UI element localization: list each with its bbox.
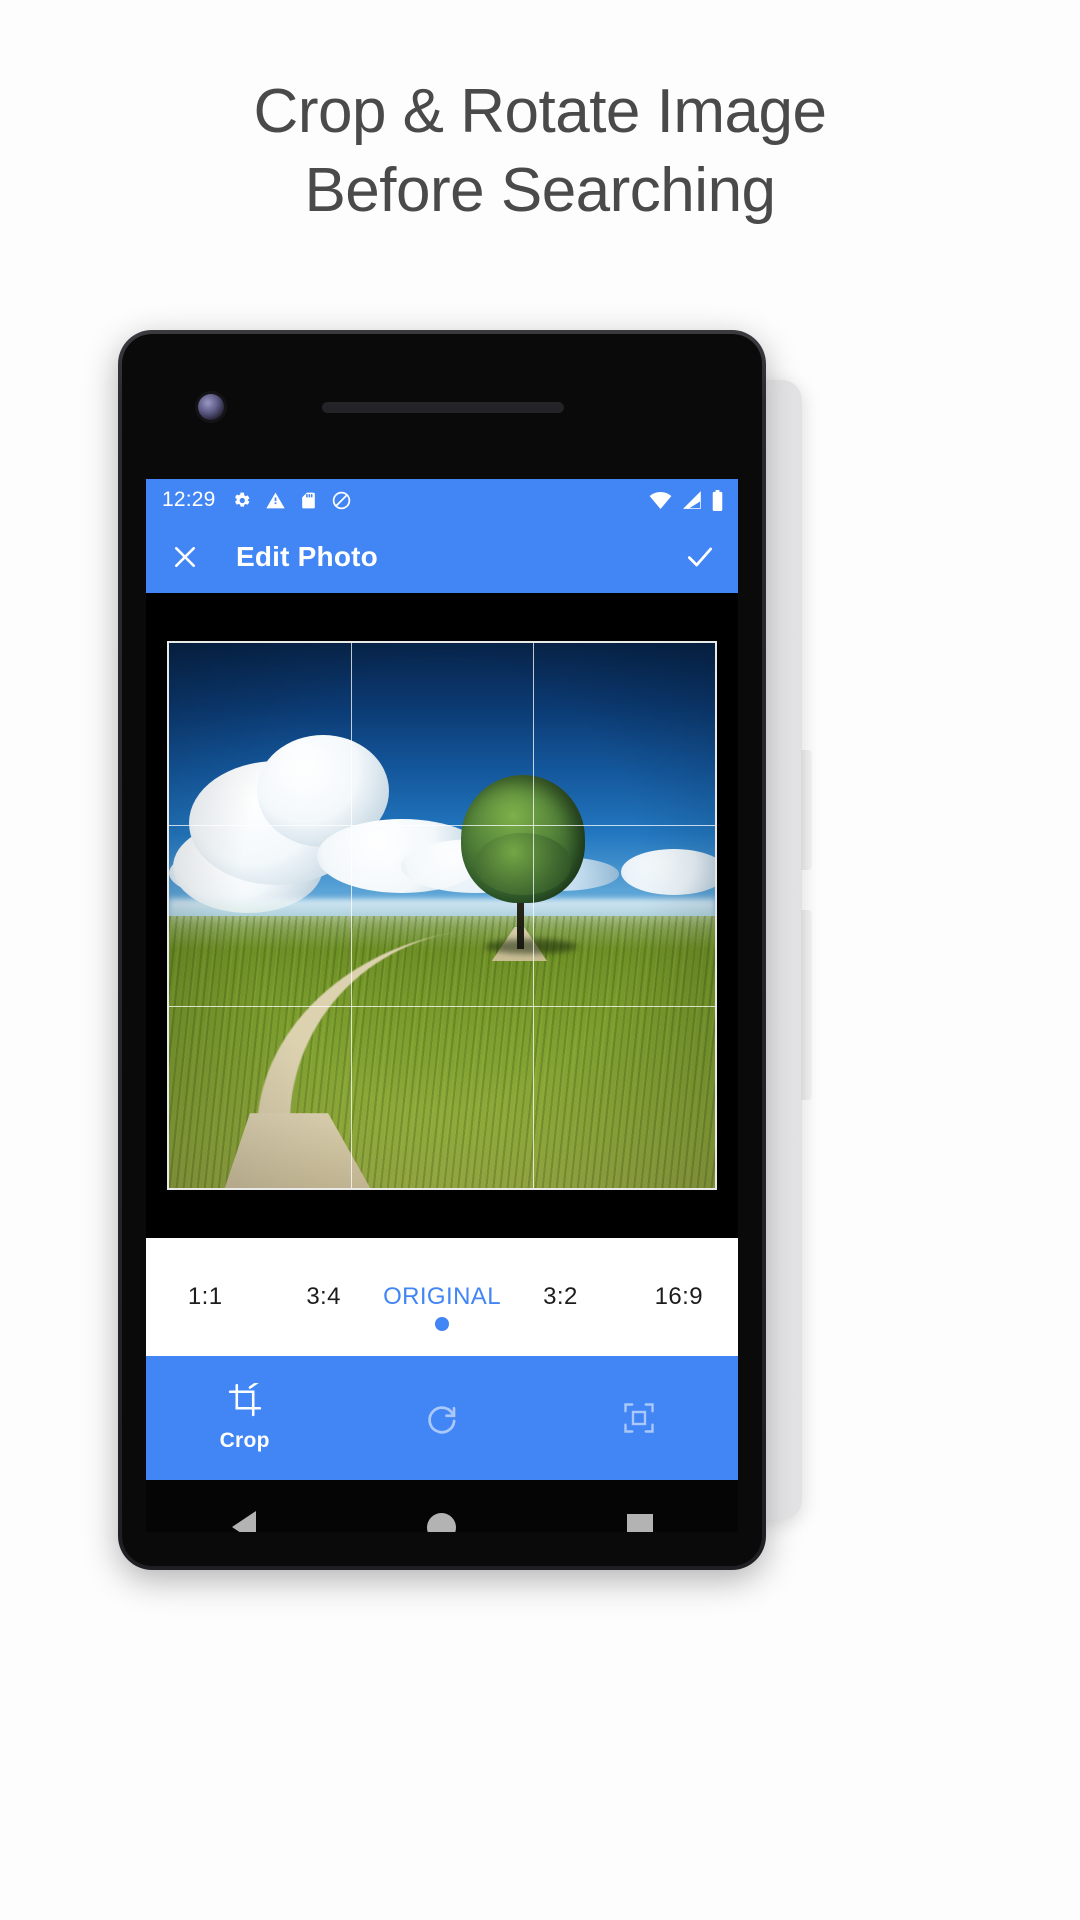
- scale-fit-icon: [624, 1403, 655, 1433]
- aspect-ratio-label: 16:9: [654, 1283, 703, 1310]
- gear-icon: [234, 492, 250, 507]
- rotate-tool-button[interactable]: [343, 1400, 540, 1436]
- home-icon[interactable]: [426, 1512, 456, 1532]
- power-button[interactable]: [801, 750, 812, 870]
- aspect-ratio-strip[interactable]: 1:1 3:4 ORIGINAL 3:2 16:9: [146, 1238, 738, 1356]
- headline-line-1: Crop & Rotate Image: [253, 77, 827, 146]
- volume-button[interactable]: [801, 910, 812, 1100]
- aspect-ratio-label: ORIGINAL: [383, 1283, 501, 1310]
- status-bar-right-icons: [649, 489, 724, 511]
- rotate-right-icon: [428, 1406, 456, 1434]
- battery-icon: [712, 489, 723, 511]
- recents-icon[interactable]: [626, 1514, 653, 1532]
- aspect-ratio-option-16-9[interactable]: 16:9: [620, 1283, 738, 1311]
- headline-line-2: Before Searching: [304, 156, 776, 226]
- aspect-ratio-label: 1:1: [187, 1283, 223, 1310]
- edit-toolbar: Crop: [146, 1356, 738, 1480]
- check-icon[interactable]: [684, 541, 716, 573]
- sd-card-icon: [301, 492, 315, 508]
- promo-screenshot: Crop & Rotate Image Before Searching 12:…: [0, 0, 1080, 1920]
- page-title: Crop & Rotate Image Before Searching: [0, 72, 1080, 231]
- app-bar: Edit Photo: [146, 521, 738, 593]
- scale-tool-button[interactable]: [541, 1400, 738, 1436]
- wifi-icon: [649, 491, 672, 509]
- status-bar-left-icons: [231, 490, 352, 511]
- app-bar-title: Edit Photo: [236, 541, 378, 572]
- crop-canvas[interactable]: [146, 593, 738, 1238]
- aspect-ratio-option-original[interactable]: ORIGINAL: [383, 1283, 501, 1331]
- phone-bezel: 12:29 Edit Photo 1:1 3:4 ORIGINAL 3:2 16…: [122, 334, 762, 1566]
- crop-tool-button[interactable]: Crop: [146, 1383, 343, 1453]
- crop-frame[interactable]: [167, 641, 717, 1190]
- phone-device: 12:29 Edit Photo 1:1 3:4 ORIGINAL 3:2 16…: [118, 330, 766, 1570]
- crop-grid-line: [350, 643, 352, 1188]
- aspect-ratio-option-1-1[interactable]: 1:1: [146, 1283, 264, 1311]
- status-bar: 12:29: [146, 479, 738, 521]
- crop-grid-line: [169, 1006, 715, 1008]
- warning-triangle-icon: [265, 492, 285, 508]
- selected-indicator-dot: [435, 1317, 450, 1331]
- aspect-ratio-option-3-4[interactable]: 3:4: [264, 1283, 382, 1311]
- crop-tool-label: Crop: [219, 1429, 270, 1452]
- phone-screen: 12:29 Edit Photo 1:1 3:4 ORIGINAL 3:2 16…: [146, 479, 738, 1532]
- aspect-ratio-label: 3:4: [306, 1283, 341, 1310]
- crop-grid-line: [532, 643, 534, 1188]
- photo-preview: [169, 643, 715, 1188]
- back-icon[interactable]: [231, 1511, 256, 1532]
- aspect-ratio-option-3-2[interactable]: 3:2: [501, 1283, 619, 1311]
- earpiece-speaker: [322, 402, 564, 413]
- crop-grid-line: [169, 824, 715, 826]
- status-bar-time: 12:29: [162, 488, 216, 511]
- do-not-disturb-icon: [332, 491, 350, 509]
- close-icon[interactable]: [170, 542, 200, 572]
- photo-vignette: [169, 643, 715, 1188]
- aspect-ratio-label: 3:2: [543, 1283, 578, 1310]
- cell-signal-icon: [683, 490, 701, 509]
- front-camera-icon: [198, 394, 224, 420]
- android-nav-bar: [146, 1480, 738, 1532]
- crop-icon: [228, 1383, 261, 1417]
